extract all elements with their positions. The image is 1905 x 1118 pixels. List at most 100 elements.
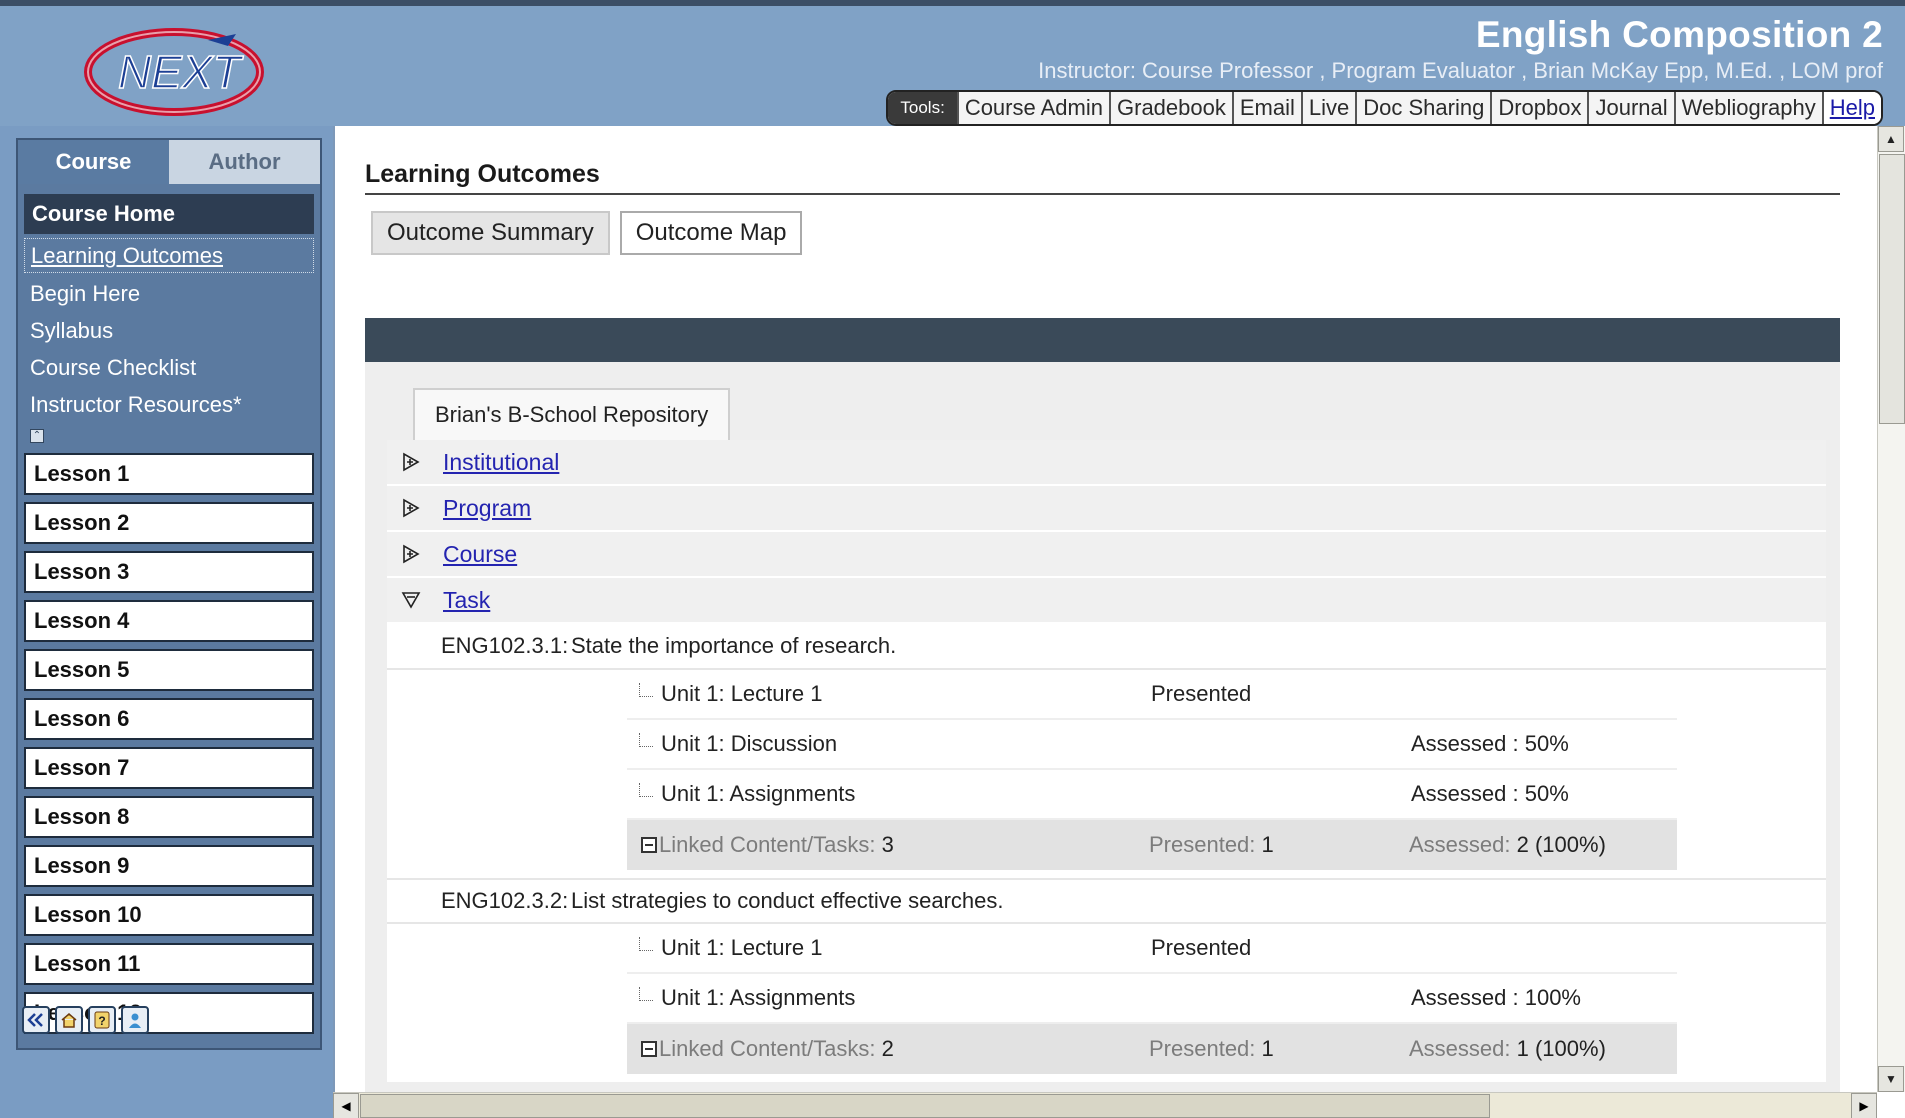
tool-doc-sharing[interactable]: Doc Sharing	[1355, 92, 1491, 124]
help-icon[interactable]: ?	[88, 1006, 116, 1034]
sidebar-item-begin-here[interactable]: Begin Here	[24, 275, 314, 312]
course-home-link[interactable]: Course Home	[24, 194, 314, 234]
tools-label: Tools:	[888, 92, 957, 124]
tree-branch-icon	[639, 937, 653, 951]
lesson-3[interactable]: Lesson 3	[24, 551, 314, 593]
outcome-text: State the importance of research.	[571, 633, 897, 658]
linked-item-name: Unit 1: Lecture 1	[661, 935, 823, 960]
expand-icon[interactable]	[399, 542, 423, 566]
category-course: Course	[387, 532, 1826, 578]
sidebar-tabs: Course Author	[18, 140, 320, 184]
horizontal-scroll-thumb[interactable]	[360, 1094, 1490, 1118]
presented-count-value: 1	[1261, 1036, 1274, 1061]
collapse-box-icon[interactable]	[641, 837, 657, 853]
linked-count-value: 3	[881, 832, 894, 857]
outcome-code: ENG102.3.2:	[441, 888, 569, 913]
tool-gradebook[interactable]: Gradebook	[1109, 92, 1232, 124]
tool-live[interactable]: Live	[1300, 92, 1356, 124]
repository-tab[interactable]: Brian's B-School Repository	[413, 388, 731, 440]
linked-item-row: Unit 1: Assignments Assessed : 50%	[627, 770, 1677, 820]
sidebar-footer: ?	[22, 1006, 149, 1034]
linked-item-assessed: Assessed : 100%	[1411, 985, 1581, 1010]
header: NEXT English Composition 2 Instructor: C…	[0, 0, 1905, 126]
sidebar-item-syllabus[interactable]: Syllabus	[24, 312, 314, 349]
scroll-left-icon[interactable]: ◀	[333, 1093, 359, 1118]
tool-dropbox[interactable]: Dropbox	[1490, 92, 1588, 124]
home-icon[interactable]	[55, 1006, 83, 1034]
linked-item-presented: Presented	[1151, 935, 1252, 960]
scroll-down-icon[interactable]: ▼	[1878, 1066, 1904, 1092]
linked-item-name: Unit 1: Discussion	[661, 731, 838, 756]
next-logo[interactable]: NEXT	[78, 16, 273, 124]
sidebar-item-course-checklist[interactable]: Course Checklist	[24, 349, 314, 386]
category-program: Program	[387, 486, 1826, 532]
linked-item-name: Unit 1: Lecture 1	[661, 681, 823, 706]
assessed-count-label: Assessed:	[1409, 832, 1511, 857]
linked-item-name: Unit 1: Assignments	[661, 985, 856, 1010]
horizontal-scrollbar[interactable]: ◀ ▶	[333, 1092, 1877, 1118]
tool-help[interactable]: Help	[1821, 92, 1881, 124]
category-link-institutional[interactable]: Institutional	[443, 449, 559, 476]
collapse-icon[interactable]	[399, 588, 423, 612]
lesson-9[interactable]: Lesson 9	[24, 845, 314, 887]
expand-icon[interactable]	[399, 450, 423, 474]
collapse-up-icon[interactable]: ⌃	[30, 429, 44, 443]
lesson-7[interactable]: Lesson 7	[24, 747, 314, 789]
view-buttons: Outcome Summary Outcome Map	[371, 211, 803, 255]
linked-count-value: 2	[881, 1036, 894, 1061]
tool-course-admin[interactable]: Course Admin	[956, 92, 1109, 124]
category-link-program[interactable]: Program	[443, 495, 531, 522]
lesson-2[interactable]: Lesson 2	[24, 502, 314, 544]
collapse-box-icon[interactable]	[641, 1041, 657, 1057]
assessed-count-label: Assessed:	[1409, 1036, 1511, 1061]
instructor-line: Instructor: Course Professor , Program E…	[1038, 58, 1883, 83]
lesson-4[interactable]: Lesson 4	[24, 600, 314, 642]
lesson-5[interactable]: Lesson 5	[24, 649, 314, 691]
tab-course[interactable]: Course	[18, 140, 169, 184]
category-link-course[interactable]: Course	[443, 541, 517, 568]
tools-bar: Tools: Course Admin Gradebook Email Live…	[886, 90, 1883, 126]
title-divider	[365, 193, 1840, 195]
user-icon[interactable]	[121, 1006, 149, 1034]
vertical-scroll-thumb[interactable]	[1879, 154, 1905, 424]
lesson-11[interactable]: Lesson 11	[24, 943, 314, 985]
linked-summary-row: Linked Content/Tasks: 3 Presented: 1 Ass…	[627, 820, 1677, 870]
lesson-6[interactable]: Lesson 6	[24, 698, 314, 740]
presented-count-value: 1	[1261, 832, 1274, 857]
tree-branch-icon	[639, 987, 653, 1001]
collapse-sidebar-icon[interactable]	[22, 1006, 50, 1034]
linked-item-presented: Presented	[1151, 681, 1252, 706]
lesson-10[interactable]: Lesson 10	[24, 894, 314, 936]
lesson-8[interactable]: Lesson 8	[24, 796, 314, 838]
linked-item-row: Unit 1: Lecture 1 Presented	[627, 670, 1677, 720]
outcome-summary-button[interactable]: Outcome Summary	[371, 211, 610, 255]
sidebar-item-instructor-resources[interactable]: Instructor Resources*	[24, 386, 314, 423]
outcome-code: ENG102.3.1:	[441, 633, 569, 658]
tree-branch-icon	[639, 683, 653, 697]
category-institutional: Institutional	[387, 440, 1826, 486]
tab-author[interactable]: Author	[169, 140, 320, 184]
category-link-task[interactable]: Task	[443, 587, 490, 614]
linked-count-label: Linked Content/Tasks:	[659, 1036, 876, 1061]
linked-item-assessed: Assessed : 50%	[1411, 781, 1569, 806]
logo-text: NEXT	[118, 46, 244, 98]
scroll-right-icon[interactable]: ▶	[1851, 1093, 1877, 1118]
linked-summary-row: Linked Content/Tasks: 2 Presented: 1 Ass…	[627, 1024, 1677, 1074]
repository-panel: Brian's B-School Repository Institutiona…	[365, 362, 1840, 1118]
linked-count-label: Linked Content/Tasks:	[659, 832, 876, 857]
sidebar-item-learning-outcomes[interactable]: Learning Outcomes	[24, 238, 314, 273]
lesson-1[interactable]: Lesson 1	[24, 453, 314, 495]
assessed-count-value: 2 (100%)	[1516, 832, 1606, 857]
page-title: Learning Outcomes	[365, 160, 600, 188]
expand-icon[interactable]	[399, 496, 423, 520]
linked-item-name: Unit 1: Assignments	[661, 781, 856, 806]
outcome-map-button[interactable]: Outcome Map	[619, 211, 803, 255]
category-task: Task	[387, 578, 1826, 624]
scroll-up-icon[interactable]: ▲	[1878, 126, 1904, 152]
tool-webliography[interactable]: Webliography	[1673, 92, 1822, 124]
sidebar: Course Author Course Home Learning Outco…	[16, 138, 322, 1050]
presented-count-label: Presented:	[1149, 1036, 1256, 1061]
tool-email[interactable]: Email	[1231, 92, 1301, 124]
vertical-scrollbar[interactable]: ▲ ▼	[1877, 126, 1905, 1092]
tool-journal[interactable]: Journal	[1587, 92, 1674, 124]
